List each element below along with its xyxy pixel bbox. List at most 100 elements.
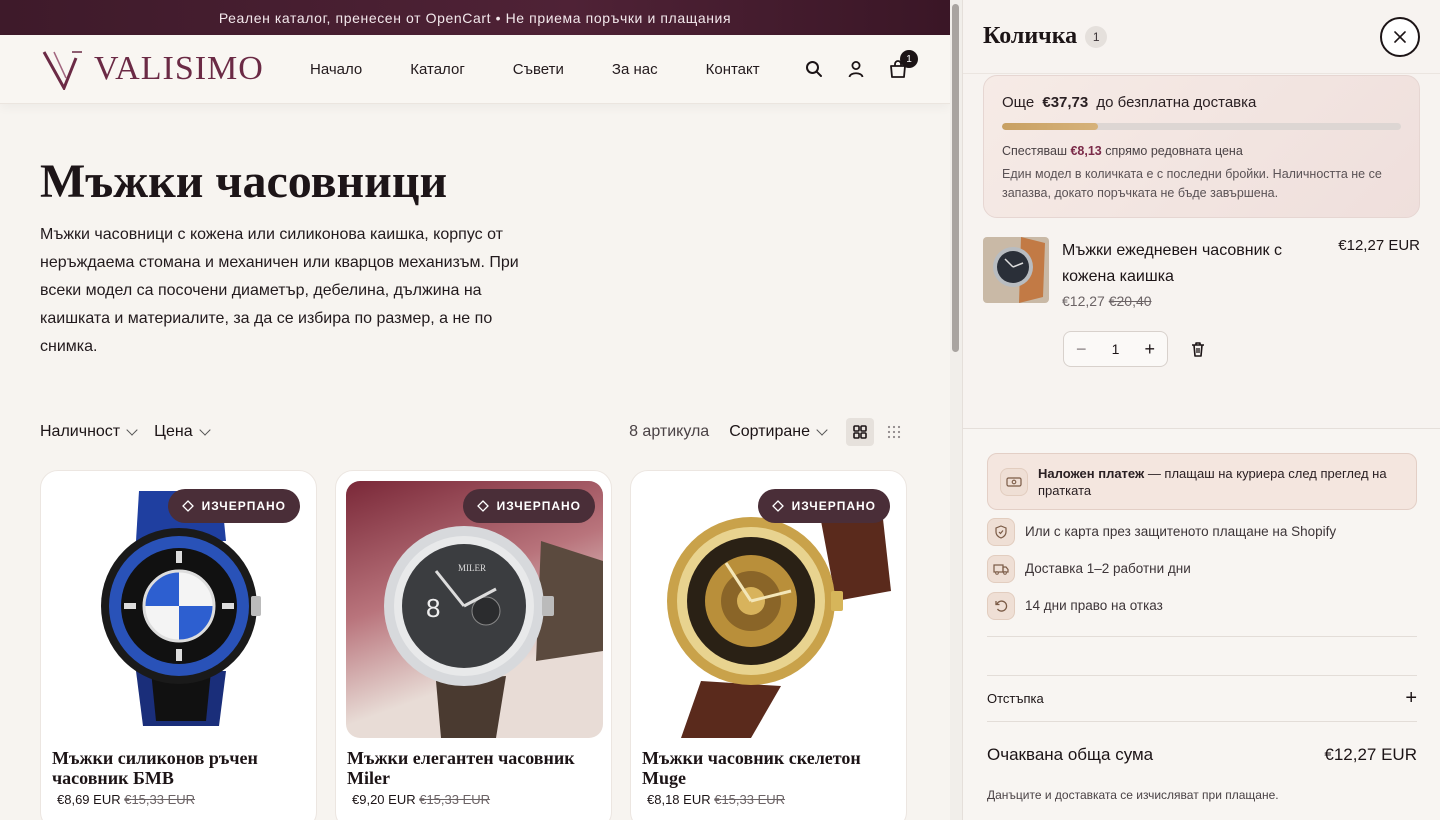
price-filter[interactable]: Цена xyxy=(154,423,211,441)
nav-item-catalog[interactable]: Каталог xyxy=(410,61,465,78)
sale-price: €8,18 EUR xyxy=(647,792,711,807)
availability-filter-label: Наличност xyxy=(40,423,121,440)
site-header: VALISIMO Начало Каталог Съвети За нас Ко… xyxy=(0,35,950,104)
cart-item-image[interactable] xyxy=(983,237,1049,303)
badge-label: ИЗЧЕРПАНО xyxy=(791,499,876,513)
filter-bar: Наличност Цена 8 артикула Сортиране xyxy=(40,418,908,446)
discount-label: Отстъпка xyxy=(987,691,1044,706)
diamond-icon xyxy=(476,500,489,512)
cart-drawer-header: Количка 1 xyxy=(963,0,1440,74)
grid-2-icon xyxy=(853,425,867,439)
cart-footer: Наложен платеж — плащаш на куриера след … xyxy=(963,428,1440,820)
cash-on-delivery-note: Наложен платеж — плащаш на куриера след … xyxy=(987,453,1417,510)
sold-out-badge: ИЗЧЕРПАНО xyxy=(757,489,890,523)
discount-toggle[interactable]: Отстъпка + xyxy=(987,676,1417,722)
return-icon xyxy=(987,591,1015,620)
chevron-down-icon xyxy=(816,424,828,436)
user-icon[interactable] xyxy=(846,59,866,79)
trash-icon xyxy=(1192,342,1204,357)
nav-item-tips[interactable]: Съвети xyxy=(513,61,564,78)
chevron-down-icon xyxy=(126,424,138,436)
shipping-progress-bar xyxy=(1002,123,1401,130)
header-icons: 1 xyxy=(804,50,918,79)
savings-suffix: спрямо редовната цена xyxy=(1105,144,1243,158)
shipping-remaining-amount: €37,73 xyxy=(1042,94,1089,111)
announcement-bar: Реален каталог, пренесен от OpenCart • Н… xyxy=(0,0,950,35)
grid-3-icon xyxy=(887,425,901,439)
announcement-text: Реален каталог, пренесен от OpenCart • Н… xyxy=(218,9,732,26)
svg-text:8: 8 xyxy=(426,593,440,623)
feature-row: Доставка 1–2 работни дни xyxy=(987,550,1417,587)
product-image[interactable]: ИЗЧЕРПАНО xyxy=(641,481,898,738)
cart-count-badge: 1 xyxy=(900,50,918,68)
product-price: €8,18 EUR €15,33 EUR xyxy=(647,792,896,807)
cart-item-count: 1 xyxy=(1085,25,1108,48)
tax-shipping-note: Данъците и доставката се изчисляват при … xyxy=(987,788,1279,802)
product-title[interactable]: Мъжки часовник скелетон Muge xyxy=(642,748,896,788)
logo-mark-icon xyxy=(42,51,82,90)
availability-filter[interactable]: Наличност xyxy=(40,423,138,441)
cart-icon[interactable]: 1 xyxy=(888,50,918,79)
cart-watch-thumbnail xyxy=(983,237,1049,303)
product-card[interactable]: ИЗЧЕРПАНО Мъжки часовник скелетон Muge €… xyxy=(630,470,907,820)
close-drawer-button[interactable] xyxy=(1380,16,1420,57)
product-card[interactable]: ИЗЧЕРПАНО Мъжки силиконов ръчен часовник… xyxy=(40,470,317,820)
logo-text: VALISIMO xyxy=(94,50,264,87)
low-stock-note: Един модел в количката е с последни брой… xyxy=(1002,167,1382,200)
product-title[interactable]: Мъжки силиконов ръчен часовник БМВ xyxy=(52,748,306,788)
catalog-page: Реален каталог, пренесен от OpenCart • Н… xyxy=(0,0,950,820)
grid-view-small-button[interactable] xyxy=(880,418,908,446)
page-title: Мъжки часовници xyxy=(40,155,448,208)
product-image[interactable]: 8 MILER ИЗЧЕРПАНО xyxy=(346,481,603,738)
quantity-value[interactable]: 1 xyxy=(1112,341,1120,357)
sale-price: €9,20 EUR xyxy=(352,792,416,807)
compare-price: €15,33 EUR xyxy=(124,792,196,807)
cart-title: Количка xyxy=(983,23,1078,49)
nav-item-contact[interactable]: Контакт xyxy=(706,61,760,78)
total-amount: €12,27 EUR xyxy=(1324,745,1417,764)
unit-compare-price: €20,40 xyxy=(1108,293,1152,309)
nav-item-about[interactable]: За нас xyxy=(612,61,658,78)
cart-item-unit-price: €12,27 €20,40 xyxy=(1062,293,1152,309)
collection-description: Мъжки часовници с кожена или силиконова … xyxy=(40,226,519,355)
logo[interactable]: VALISIMO xyxy=(42,48,310,90)
estimated-total: Очаквана обща сума €12,27 EUR xyxy=(987,722,1417,788)
cod-title: Наложен платеж xyxy=(1038,465,1145,481)
product-grid: ИЗЧЕРПАНО Мъжки силиконов ръчен часовник… xyxy=(40,470,907,820)
savings-amount: €8,13 xyxy=(1070,144,1102,158)
badge-label: ИЗЧЕРПАНО xyxy=(496,499,581,513)
search-icon[interactable] xyxy=(804,59,824,79)
trust-features: Или с карта през защитеното плащане на S… xyxy=(987,513,1417,624)
free-shipping-progress: Още €37,73 до безплатна доставка Спестяв… xyxy=(983,75,1420,218)
shipping-progress-fill xyxy=(1002,123,1098,130)
svg-text:MILER: MILER xyxy=(458,563,486,573)
close-icon xyxy=(1394,30,1406,43)
free-shipping-message: Още €37,73 до безплатна доставка xyxy=(1002,94,1401,111)
cart-item-name[interactable]: Мъжки ежедневен часовник с кожена каишка xyxy=(1062,238,1322,290)
increase-qty-button[interactable]: + xyxy=(1144,339,1155,360)
cart-drawer: Количка 1 Още €37,73 до безплатна достав… xyxy=(962,0,1440,820)
decrease-qty-button[interactable]: − xyxy=(1076,339,1087,360)
total-label: Очаквана обща сума xyxy=(987,745,1154,764)
product-price: €9,20 EUR €15,33 EUR xyxy=(352,792,601,807)
page-scrollbar-thumb[interactable] xyxy=(952,4,959,352)
product-title[interactable]: Мъжки елегантен часовник Miler xyxy=(347,748,601,788)
chevron-down-icon xyxy=(198,424,211,436)
product-count: 8 артикула xyxy=(629,423,710,440)
sold-out-badge: ИЗЧЕРПАНО xyxy=(167,489,300,523)
sort-label: Сортиране xyxy=(729,423,810,440)
feature-row: 14 дни право на отказ xyxy=(987,587,1417,624)
product-card[interactable]: 8 MILER ИЗЧЕРПАНО Мъжки елегантен часовн… xyxy=(335,470,612,820)
savings-prefix: Спестяваш xyxy=(1002,144,1067,158)
feature-text: 14 дни право на отказ xyxy=(1025,598,1163,613)
price-filter-label: Цена xyxy=(154,423,193,440)
nav-item-home[interactable]: Начало xyxy=(310,61,362,78)
cart-item-line-price: €12,27 EUR xyxy=(1338,237,1420,254)
sort-dropdown[interactable]: Сортиране xyxy=(729,423,828,441)
remove-item-button[interactable] xyxy=(1189,340,1207,358)
compare-price: €15,33 EUR xyxy=(419,792,491,807)
product-image[interactable]: ИЗЧЕРПАНО xyxy=(51,481,308,738)
collection-hero: Мъжки часовници Мъжки часовници с кожена… xyxy=(0,104,950,361)
grid-view-large-button[interactable] xyxy=(846,418,874,446)
feature-text: Доставка 1–2 работни дни xyxy=(1025,561,1191,576)
